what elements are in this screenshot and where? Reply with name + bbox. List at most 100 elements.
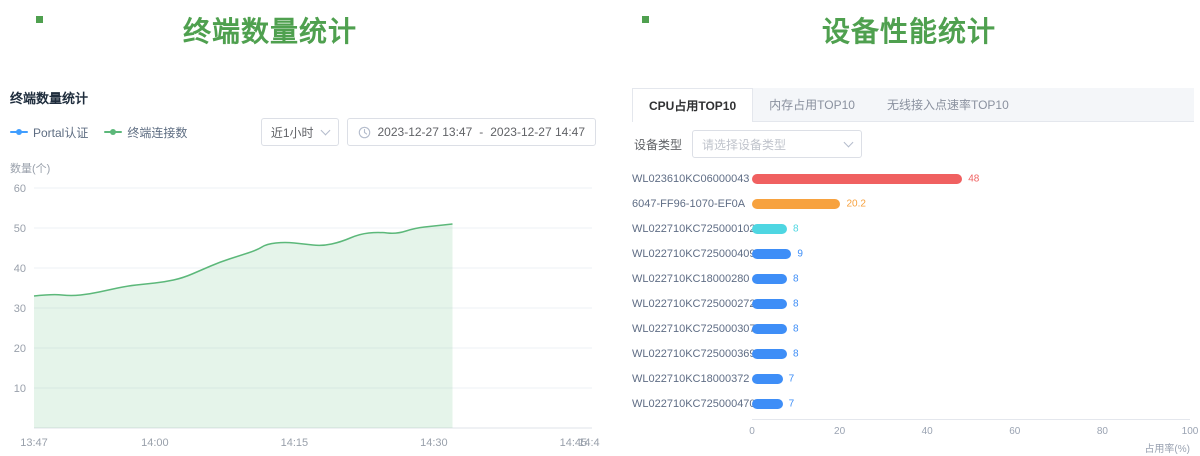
- x-tick-label: 40: [922, 426, 933, 437]
- svg-text:14:00: 14:00: [141, 437, 169, 449]
- x-tick-label: 0: [749, 426, 755, 437]
- legend-marker-terminal: [104, 127, 122, 137]
- bar-category-label: 6047-FF96-1070-EF0A: [632, 198, 752, 210]
- bar-value-label: 8: [793, 298, 799, 309]
- device-type-label: 设备类型: [634, 136, 682, 153]
- bar[interactable]: [752, 324, 787, 334]
- right-heading: 设备性能统计: [618, 10, 1200, 50]
- bar-row: WL022710KC725000369 8: [632, 341, 1190, 366]
- bar-category-label: WL022710KC725000102: [632, 223, 752, 235]
- bar-category-label: WL022710KC725000409: [632, 248, 752, 260]
- bar-row: WL022710KC725000409 9: [632, 241, 1190, 266]
- tab-0[interactable]: CPU占用TOP10: [632, 88, 753, 122]
- x-axis-name: 占用率(%): [1144, 440, 1190, 455]
- device-type-placeholder: 请选择设备类型: [702, 136, 786, 153]
- svg-text:14:47: 14:47: [578, 437, 600, 449]
- bar-row: WL022710KC725000272 8: [632, 291, 1190, 316]
- bar-category-label: WL022710KC725000272: [632, 298, 752, 310]
- bar-value-label: 8: [793, 223, 799, 234]
- bar-category-label: WL022710KC725000307: [632, 323, 752, 335]
- x-tick-label: 60: [1009, 426, 1020, 437]
- bar-value-label: 48: [968, 173, 979, 184]
- device-performance-section: 设备性能统计 CPU占用TOP10内存占用TOP10无线接入点速率TOP10 设…: [618, 0, 1200, 456]
- bar-track: 8: [752, 291, 1190, 316]
- bar[interactable]: [752, 274, 787, 284]
- date-start: 2023-12-27 13:47: [378, 125, 473, 139]
- legend-item[interactable]: Portal认证: [10, 124, 88, 141]
- svg-text:40: 40: [14, 263, 26, 275]
- bar-track: 7: [752, 391, 1190, 416]
- y-axis-name: 数量(个): [10, 160, 50, 176]
- performance-tabs: CPU占用TOP10内存占用TOP10无线接入点速率TOP10: [632, 88, 1194, 122]
- bar-category-label: WL022710KC18000372: [632, 373, 752, 385]
- bar-track: 8: [752, 266, 1190, 291]
- bar-track: 8: [752, 341, 1190, 366]
- bar[interactable]: [752, 349, 787, 359]
- bar[interactable]: [752, 299, 787, 309]
- legend-marker-portal: [10, 127, 28, 137]
- terminal-statistics-section: 终端数量统计 终端数量统计 Portal认证 终端连接数 近1小时: [0, 0, 612, 456]
- bar[interactable]: [752, 224, 787, 234]
- bar-track: 8: [752, 216, 1190, 241]
- svg-text:30: 30: [14, 303, 26, 315]
- chevron-down-icon: [320, 126, 330, 136]
- svg-text:60: 60: [14, 183, 26, 195]
- bar-value-label: 7: [789, 373, 795, 384]
- bar-value-label: 20.2: [846, 198, 865, 209]
- time-range-select[interactable]: 近1小时: [261, 118, 339, 146]
- svg-text:10: 10: [14, 383, 26, 395]
- left-heading: 终端数量统计: [0, 10, 540, 50]
- cpu-top10-bar-chart: WL023610KC06000043 48 6047-FF96-1070-EF0A 2…: [632, 166, 1190, 456]
- svg-text:50: 50: [14, 223, 26, 235]
- bar-row: WL023610KC06000043 48: [632, 166, 1190, 191]
- date-end: 2023-12-27 14:47: [490, 125, 585, 139]
- bar-track: 20.2: [752, 191, 1190, 216]
- legend-item[interactable]: 终端连接数: [104, 124, 187, 141]
- legend-label: 终端连接数: [127, 124, 187, 141]
- x-tick-label: 20: [834, 426, 845, 437]
- bar-track: 48: [752, 166, 1190, 191]
- bar-row: 6047-FF96-1070-EF0A 20.2: [632, 191, 1190, 216]
- bar-category-label: WL023610KC06000043: [632, 173, 752, 185]
- svg-text:14:30: 14:30: [420, 437, 448, 449]
- bar[interactable]: [752, 374, 783, 384]
- bar[interactable]: [752, 399, 783, 409]
- bar[interactable]: [752, 174, 962, 184]
- bar-track: 7: [752, 366, 1190, 391]
- svg-text:14:15: 14:15: [281, 437, 309, 449]
- bar-row: WL022710KC18000372 7: [632, 366, 1190, 391]
- date-range-picker[interactable]: 2023-12-27 13:47 - 2023-12-27 14:47: [347, 118, 597, 146]
- date-separator: -: [479, 125, 483, 139]
- x-axis: 020406080100占用率(%): [752, 419, 1190, 456]
- bar-value-label: 8: [793, 323, 799, 334]
- terminal-line-chart[interactable]: 10203040506013:4714:0014:1514:3014:4514:…: [4, 178, 600, 450]
- bar-value-label: 8: [793, 348, 799, 359]
- svg-text:20: 20: [14, 343, 26, 355]
- bar-track: 9: [752, 241, 1190, 266]
- x-tick-label: 80: [1097, 426, 1108, 437]
- bar[interactable]: [752, 199, 840, 209]
- bar-value-label: 8: [793, 273, 799, 284]
- chevron-down-icon: [844, 138, 854, 148]
- legend-label: Portal认证: [33, 124, 88, 141]
- clock-icon: [358, 126, 371, 139]
- bar-row: WL022710KC725000307 8: [632, 316, 1190, 341]
- device-type-select[interactable]: 请选择设备类型: [692, 130, 862, 158]
- bar-category-label: WL022710KC725000470: [632, 398, 752, 410]
- bar-row: WL022710KC725000470 7: [632, 391, 1190, 416]
- chart-legend: Portal认证 终端连接数: [10, 124, 187, 141]
- bar-track: 8: [752, 316, 1190, 341]
- bar-row: WL022710KC725000102 8: [632, 216, 1190, 241]
- bar[interactable]: [752, 249, 791, 259]
- bar-row: WL022710KC18000280 8: [632, 266, 1190, 291]
- bar-category-label: WL022710KC725000369: [632, 348, 752, 360]
- tab-2[interactable]: 无线接入点速率TOP10: [871, 88, 1025, 121]
- bar-value-label: 9: [797, 248, 803, 259]
- panel-title: 终端数量统计: [10, 88, 88, 107]
- svg-text:13:47: 13:47: [20, 437, 48, 449]
- bar-category-label: WL022710KC18000280: [632, 273, 752, 285]
- time-range-value: 近1小时: [271, 124, 314, 141]
- tab-1[interactable]: 内存占用TOP10: [753, 88, 871, 121]
- bar-value-label: 7: [789, 398, 795, 409]
- x-tick-label: 100: [1182, 426, 1199, 437]
